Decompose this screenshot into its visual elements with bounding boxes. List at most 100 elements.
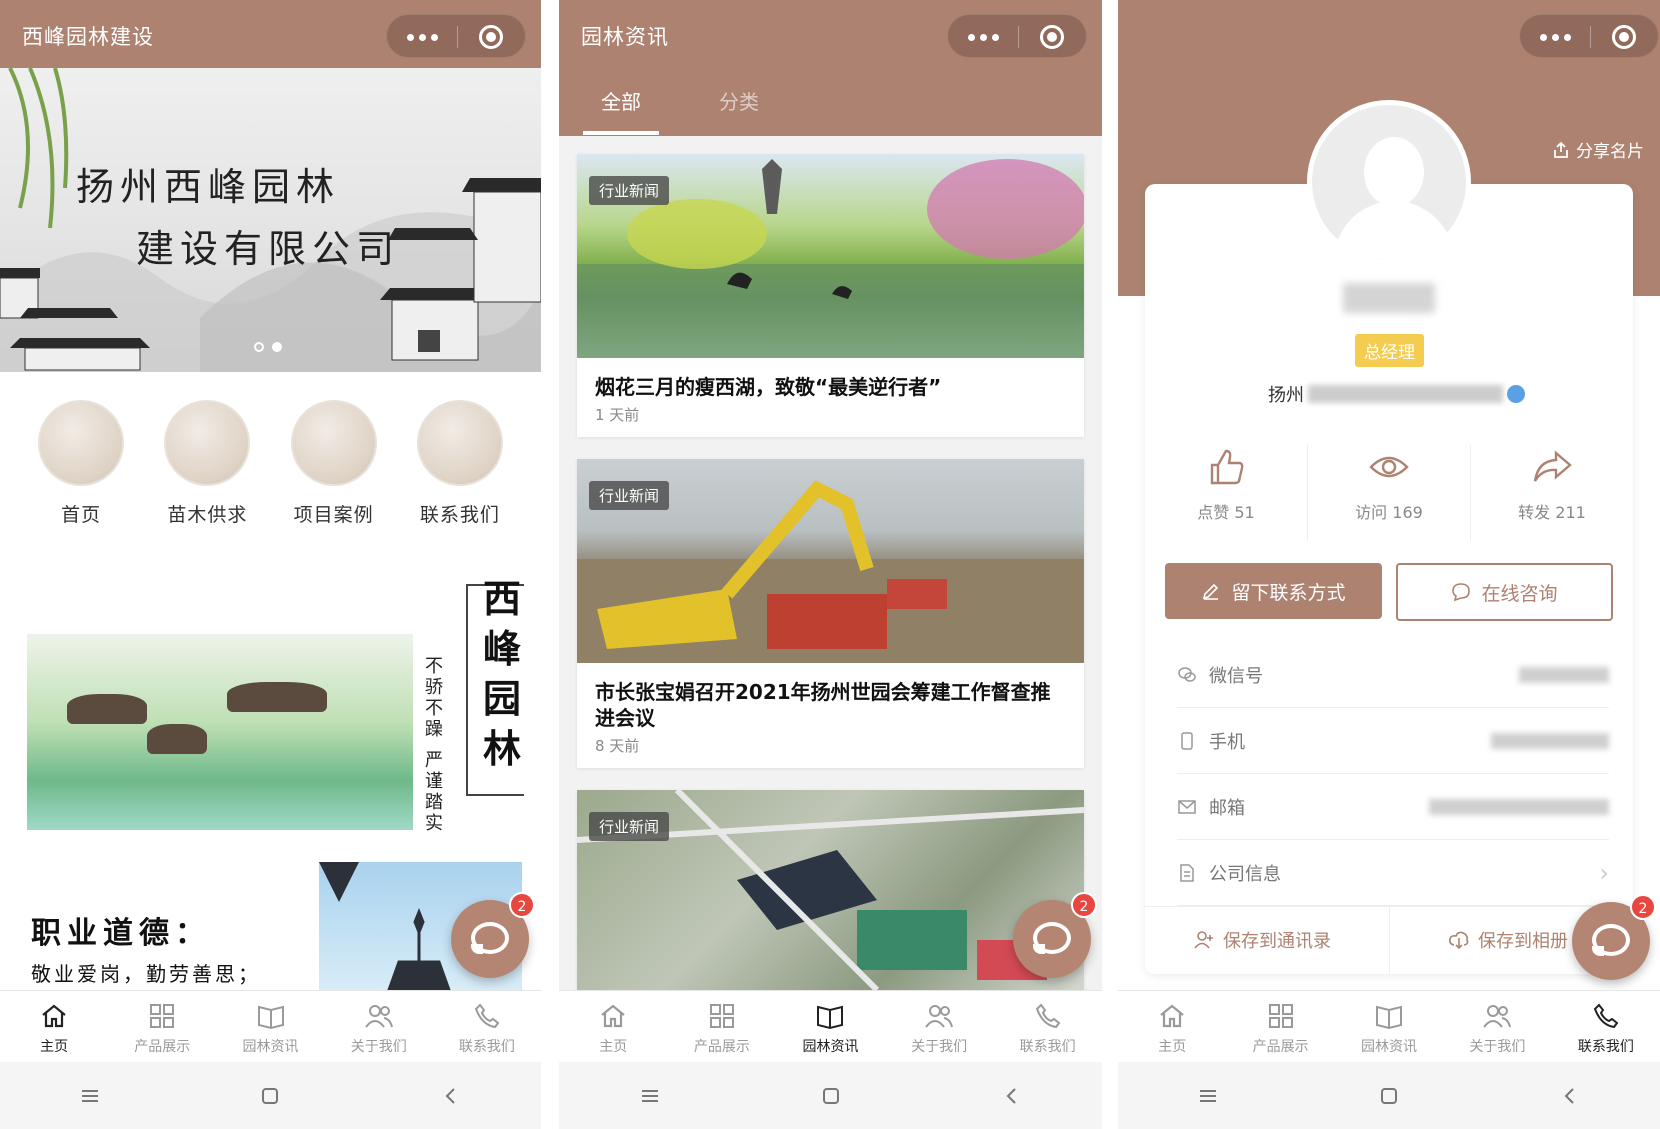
back-icon[interactable] — [1559, 1085, 1581, 1107]
home-square-icon[interactable] — [1378, 1085, 1400, 1107]
news-tabs: 全部 分类 — [583, 86, 777, 135]
close-target-icon[interactable] — [1040, 25, 1064, 49]
capsule-divider — [1590, 26, 1591, 48]
slogan-char: 不 — [425, 656, 443, 677]
chat-fab[interactable]: 2 — [451, 892, 535, 978]
online-consult-button[interactable]: 在线咨询 — [1396, 563, 1613, 621]
tab-label: 关于我们 — [911, 1039, 968, 1055]
chat-fab[interactable]: 2 — [1572, 894, 1656, 980]
tab-news[interactable]: 园林资讯 — [216, 991, 324, 1062]
tab-about[interactable]: 关于我们 — [1443, 991, 1551, 1062]
garden-scene-image — [27, 634, 413, 830]
avatar — [1307, 100, 1471, 264]
close-target-icon[interactable] — [479, 25, 503, 49]
tab-label: 产品展示 — [134, 1039, 191, 1055]
more-icon[interactable] — [1520, 15, 1590, 59]
tab-news[interactable]: 园林资讯 — [1335, 991, 1443, 1062]
chat-bubble-icon — [471, 922, 509, 954]
tab-label: 主页 — [40, 1039, 69, 1055]
tab-label: 产品展示 — [1252, 1039, 1309, 1055]
tab-contact[interactable]: 联系我们 — [433, 991, 541, 1062]
news-card[interactable]: 行业新闻 — [577, 790, 1084, 990]
tab-contact[interactable]: 联系我们 — [1552, 991, 1660, 1062]
menu-icon[interactable] — [1197, 1085, 1219, 1107]
tab-label: 联系我们 — [1577, 1039, 1634, 1055]
tab-home[interactable]: 主页 — [0, 991, 108, 1062]
aerial-photo: 行业新闻 — [577, 790, 1084, 990]
thumbs-up-icon — [1210, 449, 1244, 485]
tab-products[interactable]: 产品展示 — [668, 991, 777, 1062]
leave-contact-button[interactable]: 留下联系方式 — [1165, 563, 1382, 619]
more-icon[interactable] — [387, 15, 457, 59]
news-tag: 行业新闻 — [589, 176, 670, 205]
hero-banner[interactable]: 扬州西峰园林 建设有限公司 — [0, 68, 541, 372]
tab-label: 园林资讯 — [242, 1039, 299, 1055]
chat-bubble-icon — [1592, 924, 1630, 956]
home-square-icon[interactable] — [820, 1085, 842, 1107]
tab-home[interactable]: 主页 — [559, 991, 668, 1062]
name-blurred — [1343, 283, 1435, 313]
tab-contact[interactable]: 联系我们 — [993, 991, 1102, 1062]
stat-likes[interactable]: 点赞 51 — [1145, 445, 1308, 541]
capsule-divider — [1018, 26, 1019, 48]
tab-news[interactable]: 园林资讯 — [776, 991, 885, 1062]
tab-all[interactable]: 全部 — [583, 86, 659, 135]
chat-fab[interactable]: 2 — [1013, 892, 1097, 978]
home-icon — [1160, 1004, 1184, 1028]
home-icon — [601, 1004, 625, 1028]
mobile-icon — [1181, 731, 1193, 750]
menu-icon[interactable] — [79, 1085, 101, 1107]
tab-products[interactable]: 产品展示 — [108, 991, 216, 1062]
back-icon[interactable] — [440, 1085, 462, 1107]
carousel-dot-active[interactable] — [272, 342, 282, 352]
company-prefix: 扬州 — [1268, 385, 1304, 406]
lake-photo: 行业新闻 — [577, 154, 1084, 358]
tab-label: 联系我们 — [1019, 1039, 1076, 1055]
home-square-icon[interactable] — [259, 1085, 281, 1107]
tab-category[interactable]: 分类 — [701, 86, 777, 127]
users-icon — [364, 1005, 393, 1028]
online-consult-label: 在线咨询 — [1481, 582, 1558, 605]
users-icon — [1483, 1005, 1512, 1028]
more-icon[interactable] — [948, 15, 1018, 59]
category-home[interactable]: 首页 — [26, 400, 136, 527]
phone-blurred — [1491, 732, 1609, 749]
capsule-divider — [457, 26, 458, 48]
row-wechat[interactable]: 微信号 — [1177, 642, 1609, 708]
slogan-char: 谨 — [425, 771, 443, 792]
category-seedlings[interactable]: 苗木供求 — [152, 400, 262, 527]
category-label: 项目案例 — [293, 504, 374, 526]
carousel-dot[interactable] — [254, 342, 264, 352]
back-icon[interactable] — [1001, 1085, 1023, 1107]
tab-products[interactable]: 产品展示 — [1226, 991, 1334, 1062]
category-projects[interactable]: 项目案例 — [279, 400, 389, 527]
tab-home[interactable]: 主页 — [1118, 991, 1226, 1062]
close-target-icon[interactable] — [1612, 25, 1636, 49]
row-company[interactable]: 公司信息 › — [1177, 840, 1609, 906]
miniprogram-capsule[interactable] — [1519, 14, 1659, 58]
share-card-button[interactable]: 分享名片 — [1552, 137, 1644, 162]
stat-visits[interactable]: 访问 169 — [1308, 445, 1471, 541]
stat-shares[interactable]: 转发 211 — [1471, 445, 1633, 541]
row-email[interactable]: 邮箱 — [1177, 774, 1609, 840]
role-badge: 总经理 — [1355, 334, 1424, 367]
row-phone[interactable]: 手机 — [1177, 708, 1609, 774]
contact-category-icon — [416, 400, 503, 486]
tab-about[interactable]: 关于我们 — [325, 991, 433, 1062]
miniprogram-capsule[interactable] — [386, 14, 526, 58]
system-nav — [0, 1062, 541, 1129]
share-label: 分享名片 — [1576, 142, 1644, 162]
tab-about[interactable]: 关于我们 — [885, 991, 994, 1062]
news-time: 8 天前 — [595, 737, 640, 755]
news-card[interactable]: 行业新闻 烟花三月的瘦西湖，致敬“最美逆行者” 1 天前 — [577, 154, 1084, 437]
news-card[interactable]: 行业新闻 市长张宝娟召开2021年扬州世园会筹建工作督查推进会议 8 天前 — [577, 459, 1084, 768]
menu-icon[interactable] — [639, 1085, 661, 1107]
book-icon — [257, 1005, 284, 1030]
miniprogram-capsule[interactable] — [947, 14, 1087, 58]
company-name: 扬州 — [1268, 381, 1525, 407]
slogan-char: 躁 — [425, 719, 443, 740]
save-contacts-button[interactable]: 保存到通讯录 — [1193, 906, 1331, 974]
brand-char: 林 — [482, 726, 521, 771]
category-contact[interactable]: 联系我们 — [405, 400, 515, 527]
save-album-button[interactable]: 保存到相册 — [1448, 906, 1568, 974]
